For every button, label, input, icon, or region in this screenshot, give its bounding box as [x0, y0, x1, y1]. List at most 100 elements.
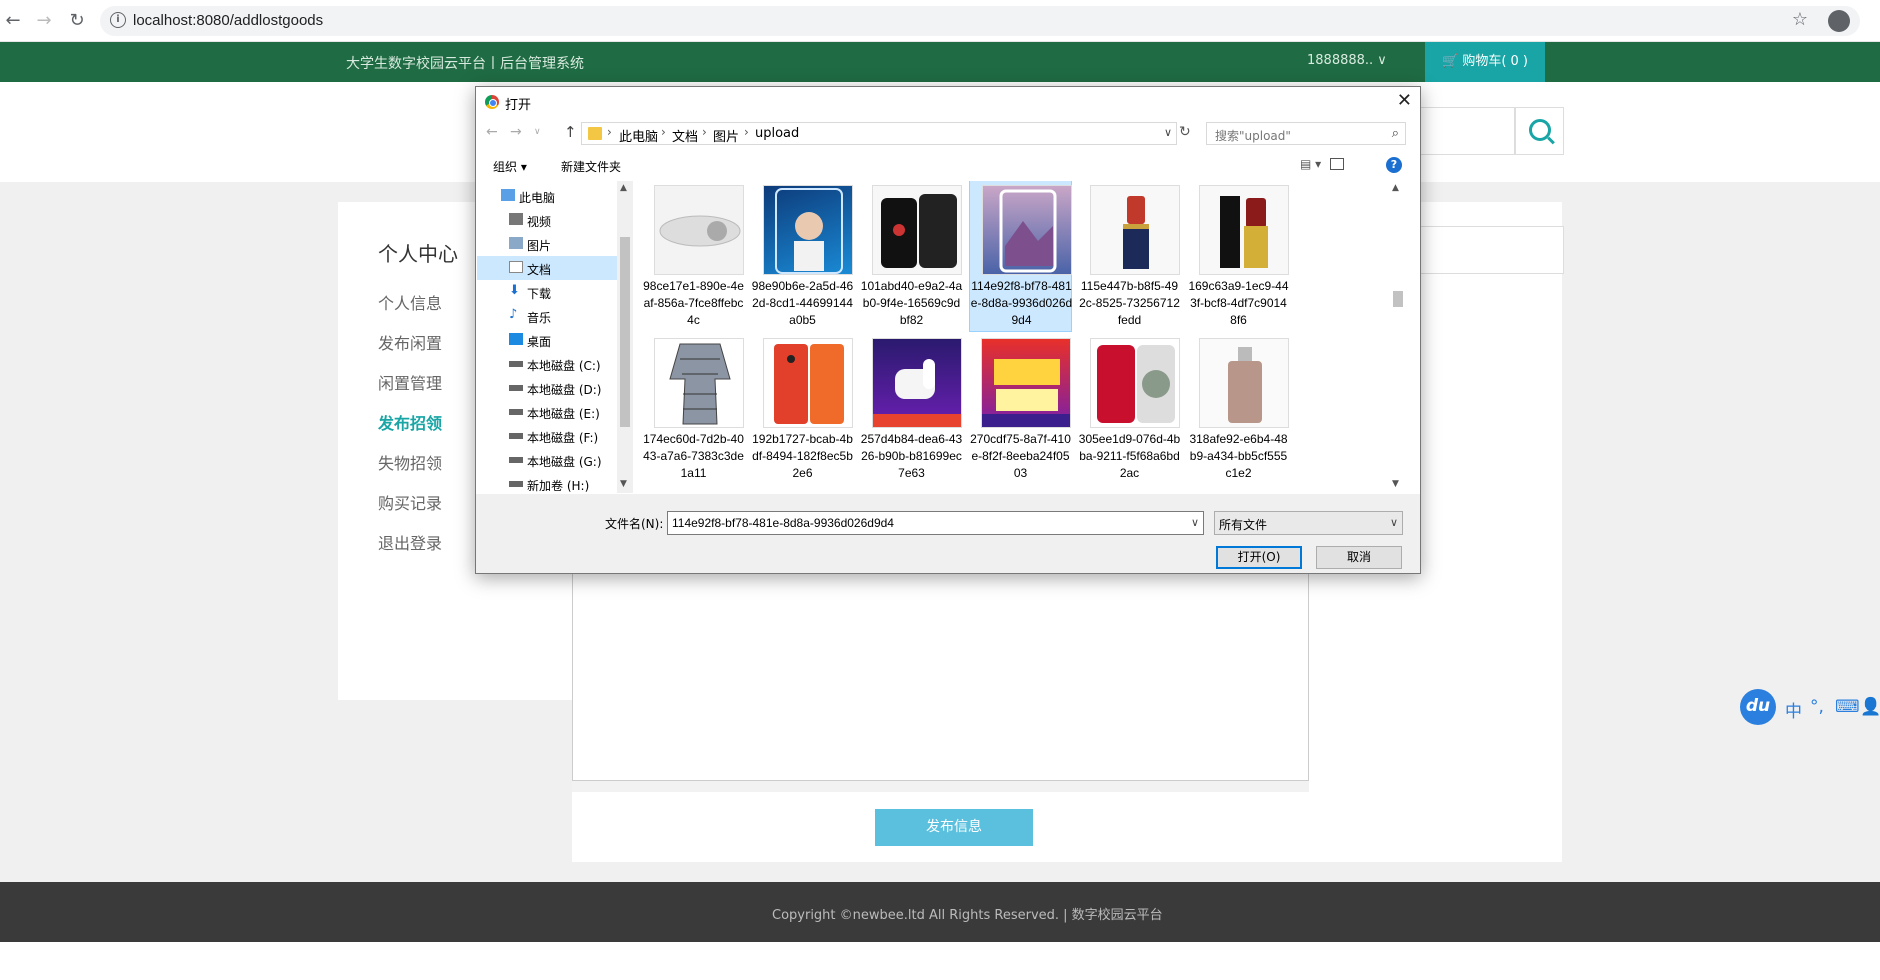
organize-menu[interactable]: 组织 ▾: [493, 158, 527, 175]
ime-punct[interactable]: °,: [1810, 697, 1824, 717]
sidebar-item-publish-idle[interactable]: 发布闲置: [378, 330, 442, 354]
ime-mode[interactable]: 中: [1785, 697, 1802, 722]
file-item[interactable]: 318afe92-e6b4-48b9-a434-bb5cf555c1e2: [1187, 334, 1290, 486]
sidebar-item-purchase-records[interactable]: 购买记录: [378, 490, 442, 514]
site-search-button[interactable]: [1515, 107, 1564, 155]
sidebar-item-publish-found[interactable]: 发布招领: [378, 410, 442, 434]
publish-button[interactable]: 发布信息: [875, 809, 1033, 846]
file-item[interactable]: 101abd40-e9a2-4ab0-9f4e-16569c9dbf82: [860, 181, 963, 333]
navigation-pane: 此电脑 视频 图片 文档 ⬇ 下载 ♪ 音乐 桌面 本地磁盘 (C:) 本地磁盘…: [477, 181, 617, 493]
nav-item-drive-g[interactable]: 本地磁盘 (G:): [477, 448, 617, 472]
file-name: 257d4b84-dea6-4326-b90b-b81699ec7e63: [860, 432, 963, 480]
dialog-search-placeholder: 搜索"upload": [1215, 129, 1291, 143]
scroll-up-icon[interactable]: ▲: [620, 183, 627, 193]
dialog-title: 打开: [505, 98, 532, 113]
recent-dropdown-icon[interactable]: ∨: [534, 127, 541, 137]
view-options-icon[interactable]: ▤ ▾: [1300, 157, 1321, 171]
nav-item-drive-d[interactable]: 本地磁盘 (D:): [477, 376, 617, 400]
crumb-pictures[interactable]: 图片: [713, 126, 739, 145]
chevron-down-icon[interactable]: ∨: [1191, 516, 1199, 529]
thumbnail-image: [981, 338, 1071, 428]
file-item[interactable]: 98e90b6e-2a5d-462d-8cd1-44699144a0b5: [751, 181, 854, 333]
file-item[interactable]: 257d4b84-dea6-4326-b90b-b81699ec7e63: [860, 334, 963, 486]
filename-value: 114e92f8-bf78-481e-8d8a-9936d026d9d4: [672, 516, 894, 530]
address-bar[interactable]: i localhost:8080/addlostgoods ☆: [100, 6, 1860, 36]
nav-item-drive-f[interactable]: 本地磁盘 (F:): [477, 424, 617, 448]
sidebar-item-profile[interactable]: 个人信息: [378, 290, 442, 314]
filename-input[interactable]: 114e92f8-bf78-481e-8d8a-9936d026d9d4 ∨: [667, 511, 1204, 535]
chrome-icon: [485, 95, 499, 109]
forward-icon[interactable]: →: [33, 10, 55, 32]
ime-toolbar: du 中 °, ⌨ 👤: [1740, 689, 1880, 725]
scroll-down-icon[interactable]: ▼: [1392, 479, 1399, 489]
nav-item-downloads[interactable]: ⬇ 下载: [477, 280, 617, 304]
music-icon: ♪: [509, 307, 518, 322]
nav-item-drive-h[interactable]: 新加卷 (H:): [477, 472, 617, 493]
folder-icon: [588, 127, 602, 140]
file-name: 98e90b6e-2a5d-462d-8cd1-44699144a0b5: [751, 279, 854, 327]
site-header: 大学生数字校园云平台丨后台管理系统 1888888.. ∨ 🛒 购物车( 0 ): [0, 42, 1880, 82]
breadcrumb[interactable]: › 此电脑 › 文档 › 图片 › upload ∨: [581, 122, 1177, 145]
nav-item-desktop[interactable]: 桌面: [477, 328, 617, 352]
up-folder-icon[interactable]: ↑: [564, 123, 577, 141]
crumb-this-pc[interactable]: 此电脑: [619, 126, 658, 145]
ime-user-icon[interactable]: 👤: [1860, 697, 1880, 717]
ime-keyboard-icon[interactable]: ⌨: [1835, 697, 1860, 717]
bookmark-star-icon[interactable]: ☆: [1792, 9, 1808, 30]
open-button[interactable]: 打开(O): [1216, 546, 1302, 569]
close-icon[interactable]: ✕: [1397, 90, 1412, 111]
dialog-back-icon[interactable]: ←: [486, 124, 498, 140]
cart-button[interactable]: 🛒 购物车( 0 ): [1425, 42, 1545, 82]
file-item[interactable]: 192b1727-bcab-4bdf-8494-182f8ec5b2e6: [751, 334, 854, 486]
file-item[interactable]: 169c63a9-1ec9-443f-bcf8-4df7c90148f6: [1187, 181, 1290, 333]
drive-icon: [509, 481, 523, 487]
url-text[interactable]: localhost:8080/addlostgoods: [133, 12, 323, 29]
nav-item-videos[interactable]: 视频: [477, 208, 617, 232]
nav-item-drive-c[interactable]: 本地磁盘 (C:): [477, 352, 617, 376]
back-icon[interactable]: ←: [2, 10, 24, 32]
chevron-down-icon[interactable]: ∨: [1164, 126, 1172, 139]
filetype-select[interactable]: 所有文件 ∨: [1214, 511, 1403, 535]
file-item[interactable]: 305ee1d9-076d-4bba-9211-f5f68a6bd2ac: [1078, 334, 1181, 486]
navigation-scrollbar[interactable]: ▲ ▼: [617, 181, 633, 493]
dialog-forward-icon[interactable]: →: [510, 124, 522, 140]
nav-item-drive-e[interactable]: 本地磁盘 (E:): [477, 400, 617, 424]
info-icon[interactable]: i: [110, 12, 126, 28]
editor-resize-handle[interactable]: [572, 780, 1309, 792]
chevron-down-icon: ∨: [1389, 516, 1398, 529]
thumbnail-image: [1090, 338, 1180, 428]
thumbnail-image: [872, 338, 962, 428]
refresh-icon[interactable]: ↻: [1179, 124, 1191, 140]
preview-pane-icon[interactable]: [1330, 158, 1344, 170]
file-item[interactable]: 98ce17e1-890e-4eaf-856a-7fce8ffebc4c: [642, 181, 745, 333]
file-item[interactable]: 174ec60d-7d2b-4043-a7a6-7383c3de1a11: [642, 334, 745, 486]
description-editor[interactable]: [572, 570, 1309, 792]
scroll-up-icon[interactable]: ▲: [1392, 183, 1399, 193]
drive-icon: [509, 457, 523, 463]
sidebar-item-idle-manage[interactable]: 闲置管理: [378, 370, 442, 394]
file-item[interactable]: 270cdf75-8a7f-410e-8f2f-8eeba24f0503: [969, 334, 1072, 486]
nav-item-this-pc[interactable]: 此电脑: [477, 184, 617, 208]
nav-item-documents[interactable]: 文档: [477, 256, 617, 280]
crumb-upload[interactable]: upload: [755, 126, 799, 141]
nav-item-pictures[interactable]: 图片: [477, 232, 617, 256]
files-scrollbar[interactable]: ▲ ▼: [1389, 181, 1405, 493]
site-brand[interactable]: 大学生数字校园云平台丨后台管理系统: [346, 53, 584, 73]
file-name: 305ee1d9-076d-4bba-9211-f5f68a6bd2ac: [1078, 432, 1181, 480]
user-menu[interactable]: 1888888.. ∨: [1307, 53, 1387, 68]
file-item-selected[interactable]: 114e92f8-bf78-481e-8d8a-9936d026d9d4: [969, 181, 1072, 332]
profile-icon[interactable]: [1828, 10, 1850, 32]
sidebar-item-lost-found[interactable]: 失物招领: [378, 450, 442, 474]
reload-icon[interactable]: ↻: [66, 10, 88, 32]
drive-icon: [509, 385, 523, 391]
help-icon[interactable]: ?: [1386, 157, 1402, 173]
new-folder-button[interactable]: 新建文件夹: [561, 158, 621, 175]
dialog-search-input[interactable]: 搜索"upload" ⌕: [1206, 122, 1406, 145]
crumb-documents[interactable]: 文档: [672, 126, 698, 145]
nav-item-music[interactable]: ♪ 音乐: [477, 304, 617, 328]
file-item[interactable]: 115e447b-b8f5-492c-8525-73256712fedd: [1078, 181, 1181, 333]
scroll-down-icon[interactable]: ▼: [620, 479, 627, 489]
cancel-button[interactable]: 取消: [1316, 546, 1402, 569]
sidebar-item-logout[interactable]: 退出登录: [378, 530, 442, 554]
ime-logo-icon[interactable]: du: [1740, 689, 1776, 725]
